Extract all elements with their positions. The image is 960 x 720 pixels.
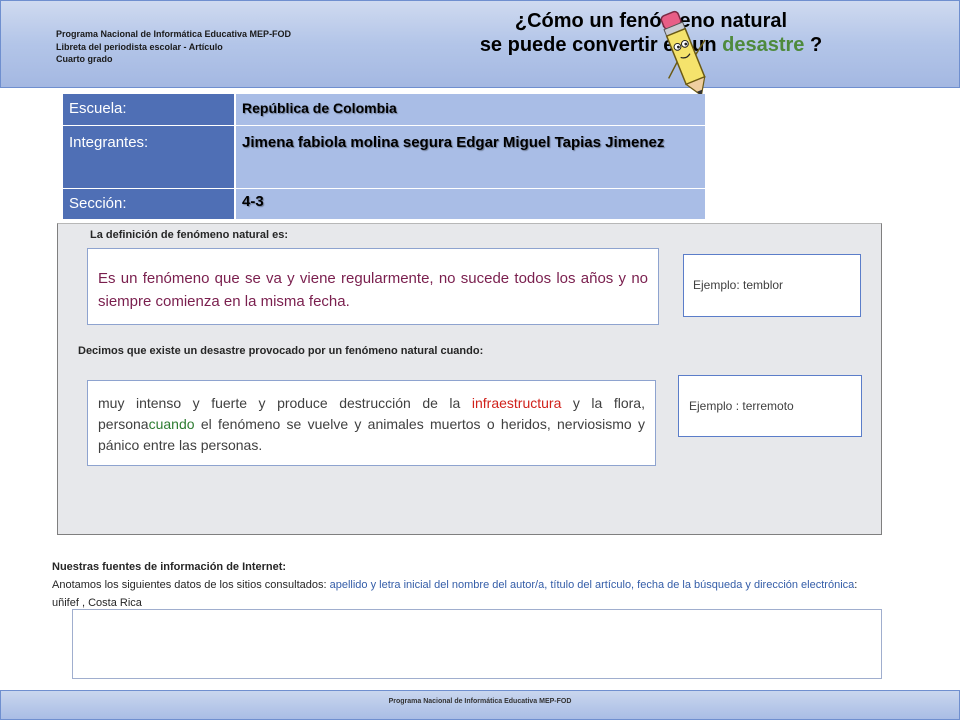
team-info-table: Escuela: República de Colombia Integrant…: [63, 94, 705, 220]
disaster-answer-box[interactable]: muy intenso y fuerte y produce destrucci…: [87, 380, 656, 466]
sources-instructions-fields: apellido y letra inicial del nombre del …: [329, 579, 855, 591]
disaster-answer-infraestructura: infraestructura: [471, 395, 562, 411]
sources-section: Nuestras fuentes de información de Inter…: [52, 558, 882, 612]
sources-instructions-start: Anotamos los siguientes datos de los sit…: [52, 579, 330, 591]
members-row: Integrantes: Jimena fabiola molina segur…: [63, 125, 705, 189]
pencil-mascot-icon: [660, 10, 706, 97]
footer-banner: Programa Nacional de Informática Educati…: [0, 690, 960, 720]
disaster-question: Decimos que existe un desastre provocado…: [78, 345, 484, 357]
header-program-name: Programa Nacional de Informática Educati…: [56, 29, 292, 39]
sources-title: Nuestras fuentes de información de Inter…: [52, 561, 287, 573]
page-title-keyword: desastre: [722, 34, 805, 56]
members-value: Jimena fabiola molina segura Edgar Migue…: [235, 125, 705, 189]
header-program-info: Programa Nacional de Informática Educati…: [56, 28, 291, 66]
section-label: Sección:: [63, 188, 236, 220]
section-value: 4-3: [235, 188, 705, 220]
school-row: Escuela: República de Colombia: [63, 94, 705, 126]
definition-question: La definición de fenómeno natural es:: [90, 229, 289, 241]
disaster-answer-text-1: muy intenso y fuerte y produce destrucci…: [98, 395, 472, 411]
disaster-answer-cuando: cuando: [148, 416, 195, 432]
sources-instructions: Anotamos los siguientes datos de los sit…: [52, 576, 882, 612]
section-row: Sección: 4-3: [63, 188, 705, 220]
example1-box[interactable]: Ejemplo: temblor: [683, 254, 861, 317]
example2-box[interactable]: Ejemplo : terremoto: [678, 375, 862, 437]
definition-answer-box[interactable]: Es un fenómeno que se va y viene regular…: [87, 248, 659, 325]
header-notebook-name: Libreta del periodista escolar - Artícul…: [56, 41, 223, 52]
school-value: República de Colombia: [235, 94, 705, 126]
header-grade: Cuarto grado: [56, 54, 113, 64]
sources-entry-box[interactable]: [72, 609, 882, 679]
school-label: Escuela:: [63, 94, 236, 126]
header-banner: Programa Nacional de Informática Educati…: [0, 0, 960, 97]
members-label: Integrantes:: [63, 125, 236, 189]
page-title-line2-end: ?: [804, 34, 823, 56]
